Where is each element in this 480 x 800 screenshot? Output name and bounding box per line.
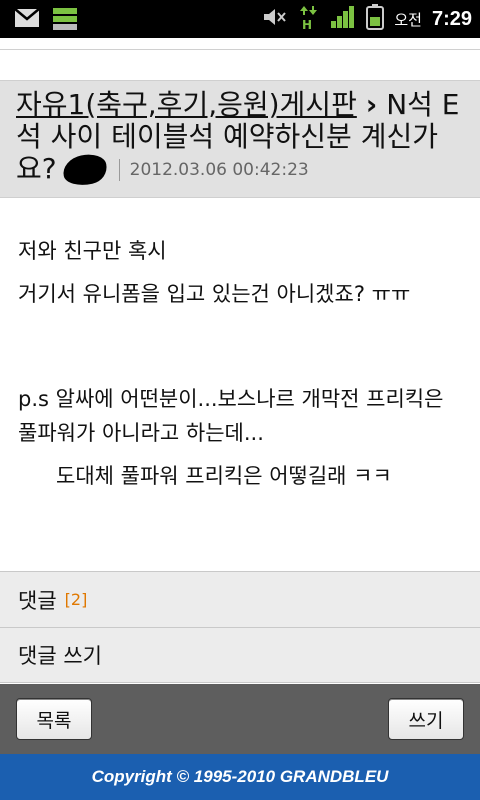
- status-ampm: 오전: [394, 10, 422, 29]
- write-comment-row[interactable]: 댓글 쓰기: [0, 627, 480, 683]
- board-link[interactable]: 자유1(축구,후기,응원)게시판: [16, 88, 357, 121]
- data-transfer-icon: H: [298, 4, 320, 34]
- write-comment-label: 댓글 쓰기: [18, 644, 102, 668]
- button-bar: 목록 쓰기: [0, 684, 480, 754]
- post-body-line: 저와 친구만 혹시: [18, 239, 167, 263]
- post-title: 자유1(축구,후기,응원)게시판 › N석 E석 사이 테이블석 예약하신분 계…: [16, 88, 464, 190]
- post-body-line: 도대체 풀파워 프리킥은 어떻길래 ㅋㅋ: [56, 464, 392, 488]
- comments-label: 댓글: [18, 588, 57, 613]
- post-body-line: p.s 알싸에 어떤분이...보스나르 개막전 프리킥은 풀파워가 아니라고 하…: [18, 387, 444, 445]
- hspa-label: H: [302, 18, 312, 30]
- comment-count: [2]: [64, 590, 88, 609]
- gmail-icon: [14, 7, 40, 35]
- footer-copyright: Copyright © 1995-2010 GRANDBLEU: [0, 754, 480, 800]
- write-button[interactable]: 쓰기: [388, 698, 464, 740]
- post-header: 자유1(축구,후기,응원)게시판 › N석 E석 사이 테이블석 예약하신분 계…: [0, 80, 480, 198]
- mute-icon: [262, 6, 288, 32]
- status-time: 7:29: [431, 7, 472, 30]
- author-redacted: [59, 150, 110, 190]
- battery-icon: [366, 4, 385, 34]
- post-page: 자유1(축구,후기,응원)게시판 › N석 E석 사이 테이블석 예약하신분 계…: [0, 38, 480, 800]
- comments-row[interactable]: 댓글 [2]: [0, 571, 480, 627]
- meta-divider: [118, 159, 120, 181]
- post-date: 2012.03.06 00:42:23: [129, 160, 309, 180]
- post-body: 저와 친구만 혹시 거기서 유니폼을 입고 있는건 아니겠죠? ㅠㅠ p.s 알…: [0, 198, 480, 571]
- status-bar: H 오전 7:29: [0, 0, 480, 38]
- breadcrumb-separator: ›: [365, 88, 378, 121]
- list-button[interactable]: 목록: [16, 698, 92, 740]
- signal-icon: [330, 5, 356, 33]
- top-divider: [0, 38, 480, 50]
- post-meta: 2012.03.06 00:42:23: [59, 150, 309, 190]
- post-body-line: 거기서 유니폼을 입고 있는건 아니겠죠? ㅠㅠ: [18, 282, 411, 306]
- storage-icon: [52, 7, 78, 35]
